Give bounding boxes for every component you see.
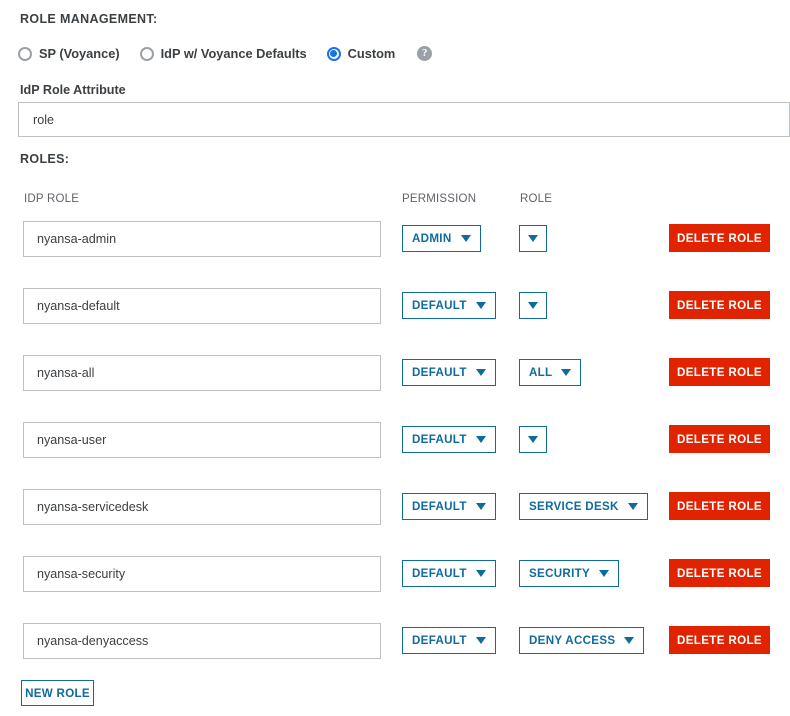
chevron-down-icon bbox=[460, 235, 471, 242]
role-dropdown[interactable]: ALL bbox=[519, 359, 582, 386]
chevron-down-icon bbox=[624, 637, 635, 644]
radio-option-label: IdP w/ Voyance Defaults bbox=[160, 46, 307, 61]
role-row: DEFAULT ALL DELETE ROLE bbox=[0, 355, 790, 401]
chevron-down-icon bbox=[475, 637, 486, 644]
chevron-down-icon bbox=[528, 235, 538, 242]
delete-role-button[interactable]: DELETE ROLE bbox=[669, 358, 770, 386]
role-row: DEFAULT SECURITY DELETE ROLE bbox=[0, 556, 790, 602]
delete-role-button[interactable]: DELETE ROLE bbox=[669, 425, 770, 453]
permission-dropdown-value: DEFAULT bbox=[412, 634, 467, 647]
column-header-permission: PERMISSION bbox=[402, 193, 477, 205]
role-row: DEFAULT DENY ACCESS DELETE ROLE bbox=[0, 623, 790, 669]
role-management-heading: ROLE MANAGEMENT: bbox=[20, 12, 158, 26]
radio-option-label: SP (Voyance) bbox=[39, 46, 120, 61]
radio-circle-icon bbox=[139, 46, 154, 61]
permission-dropdown[interactable]: DEFAULT bbox=[402, 560, 496, 587]
idp-role-input[interactable] bbox=[23, 623, 381, 659]
role-dropdown-value: ALL bbox=[529, 366, 553, 379]
roles-heading: ROLES: bbox=[20, 152, 70, 166]
role-dropdown-value: SECURITY bbox=[529, 567, 591, 580]
idp-role-input[interactable] bbox=[23, 221, 381, 257]
permission-dropdown-value: DEFAULT bbox=[412, 299, 467, 312]
role-dropdown-value: SERVICE DESK bbox=[529, 500, 619, 513]
role-row: DEFAULT SERVICE DESK DELETE ROLE bbox=[0, 489, 790, 535]
role-dropdown[interactable] bbox=[519, 292, 547, 319]
permission-dropdown-value: DEFAULT bbox=[412, 500, 467, 513]
chevron-down-icon bbox=[528, 302, 538, 309]
role-dropdown[interactable]: SECURITY bbox=[519, 560, 620, 587]
radio-option-0[interactable]: SP (Voyance) bbox=[18, 46, 120, 61]
chevron-down-icon bbox=[528, 436, 538, 443]
permission-dropdown-value: ADMIN bbox=[412, 232, 452, 245]
new-role-button[interactable]: NEW ROLE bbox=[21, 680, 94, 706]
permission-dropdown-value: DEFAULT bbox=[412, 567, 467, 580]
delete-role-button[interactable]: DELETE ROLE bbox=[669, 224, 770, 252]
idp-role-input[interactable] bbox=[23, 422, 381, 458]
permission-dropdown[interactable]: DEFAULT bbox=[402, 493, 496, 520]
role-dropdown[interactable] bbox=[519, 426, 547, 453]
delete-role-button[interactable]: DELETE ROLE bbox=[669, 291, 770, 319]
chevron-down-icon bbox=[475, 436, 486, 443]
role-dropdown-value: DENY ACCESS bbox=[529, 634, 616, 647]
idp-role-input[interactable] bbox=[23, 355, 381, 391]
idp-role-attribute-input[interactable] bbox=[18, 102, 790, 137]
idp-role-input[interactable] bbox=[23, 556, 381, 592]
role-row: ADMIN DELETE ROLE bbox=[0, 221, 790, 267]
role-dropdown[interactable] bbox=[519, 225, 547, 252]
idp-role-input[interactable] bbox=[23, 288, 381, 324]
chevron-down-icon bbox=[561, 369, 572, 376]
column-header-idp-role: IDP ROLE bbox=[24, 193, 80, 205]
permission-dropdown[interactable]: DEFAULT bbox=[402, 627, 496, 654]
permission-dropdown[interactable]: ADMIN bbox=[402, 225, 481, 252]
chevron-down-icon bbox=[475, 369, 486, 376]
delete-role-button[interactable]: DELETE ROLE bbox=[669, 492, 770, 520]
radio-option-2[interactable]: Custom bbox=[326, 46, 396, 61]
column-header-role: ROLE bbox=[520, 193, 553, 205]
permission-dropdown-value: DEFAULT bbox=[412, 433, 467, 446]
role-management-page: ROLE MANAGEMENT: SP (Voyance) IdP w/ Voya… bbox=[0, 0, 790, 716]
permission-dropdown-value: DEFAULT bbox=[412, 366, 467, 379]
chevron-down-icon bbox=[475, 302, 486, 309]
idp-role-attribute-label: IdP Role Attribute bbox=[20, 83, 126, 97]
role-row: DEFAULT DELETE ROLE bbox=[0, 288, 790, 334]
radio-circle-icon bbox=[326, 46, 341, 61]
role-row: DEFAULT DELETE ROLE bbox=[0, 422, 790, 468]
chevron-down-icon bbox=[475, 570, 486, 577]
radio-option-label: Custom bbox=[347, 46, 396, 61]
role-dropdown[interactable]: SERVICE DESK bbox=[519, 493, 648, 520]
radio-circle-icon bbox=[18, 46, 32, 61]
delete-role-button[interactable]: DELETE ROLE bbox=[669, 559, 770, 587]
help-icon[interactable]: ? bbox=[417, 46, 433, 61]
chevron-down-icon bbox=[599, 570, 610, 577]
idp-role-input[interactable] bbox=[23, 489, 381, 525]
role-dropdown[interactable]: DENY ACCESS bbox=[519, 627, 645, 654]
chevron-down-icon bbox=[627, 503, 638, 510]
role-management-mode-radio-group: SP (Voyance) IdP w/ Voyance Defaults Custo… bbox=[18, 46, 433, 61]
radio-option-1[interactable]: IdP w/ Voyance Defaults bbox=[139, 46, 307, 61]
permission-dropdown[interactable]: DEFAULT bbox=[402, 426, 496, 453]
delete-role-button[interactable]: DELETE ROLE bbox=[669, 626, 770, 654]
chevron-down-icon bbox=[475, 503, 486, 510]
permission-dropdown[interactable]: DEFAULT bbox=[402, 359, 496, 386]
permission-dropdown[interactable]: DEFAULT bbox=[402, 292, 496, 319]
